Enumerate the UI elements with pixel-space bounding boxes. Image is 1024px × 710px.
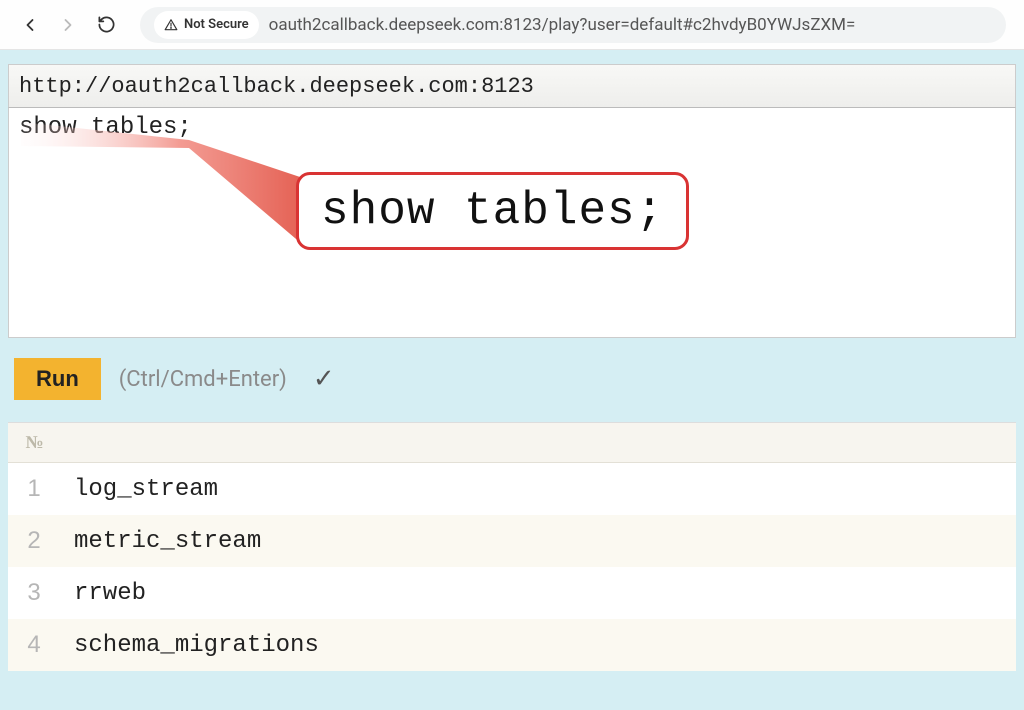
row-value: schema_migrations <box>60 632 319 659</box>
callout-text: show tables; <box>321 185 664 237</box>
server-url-text: http://oauth2callback.deepseek.com:8123 <box>19 74 534 99</box>
row-value: metric_stream <box>60 528 261 555</box>
url-text: oauth2callback.deepseek.com:8123/play?us… <box>269 15 856 35</box>
server-url-bar[interactable]: http://oauth2callback.deepseek.com:8123 <box>8 64 1016 108</box>
check-icon: ✓ <box>313 364 335 394</box>
table-row[interactable]: 3 rrweb <box>8 567 1016 619</box>
row-number: 4 <box>8 631 60 659</box>
table-row[interactable]: 4 schema_migrations <box>8 619 1016 671</box>
results-header: № <box>8 423 1016 463</box>
browser-toolbar: Not Secure oauth2callback.deepseek.com:8… <box>0 0 1024 50</box>
row-number: 3 <box>8 579 60 607</box>
address-bar[interactable]: Not Secure oauth2callback.deepseek.com:8… <box>140 7 1006 43</box>
reload-button[interactable] <box>94 13 118 37</box>
not-secure-label: Not Secure <box>184 17 249 32</box>
row-value: log_stream <box>60 476 218 503</box>
table-row[interactable]: 2 metric_stream <box>8 515 1016 567</box>
results-table: № 1 log_stream 2 metric_stream 3 rrweb 4… <box>8 422 1016 671</box>
run-button[interactable]: Run <box>14 358 101 400</box>
table-row[interactable]: 1 log_stream <box>8 463 1016 515</box>
row-value: rrweb <box>60 580 146 607</box>
run-toolbar: Run (Ctrl/Cmd+Enter) ✓ <box>8 338 1016 422</box>
row-number: 2 <box>8 527 60 555</box>
callout-bubble: show tables; <box>296 172 689 250</box>
query-editor[interactable]: show tables; show tables; <box>8 108 1016 338</box>
page-content: http://oauth2callback.deepseek.com:8123 … <box>0 50 1024 710</box>
run-shortcut-hint: (Ctrl/Cmd+Enter) <box>119 367 287 392</box>
row-number: 1 <box>8 475 60 503</box>
forward-button[interactable] <box>56 13 80 37</box>
query-text: show tables; <box>19 114 192 141</box>
warning-icon <box>164 18 178 32</box>
back-button[interactable] <box>18 13 42 37</box>
row-number-header: № <box>8 432 60 453</box>
not-secure-badge[interactable]: Not Secure <box>154 11 259 39</box>
